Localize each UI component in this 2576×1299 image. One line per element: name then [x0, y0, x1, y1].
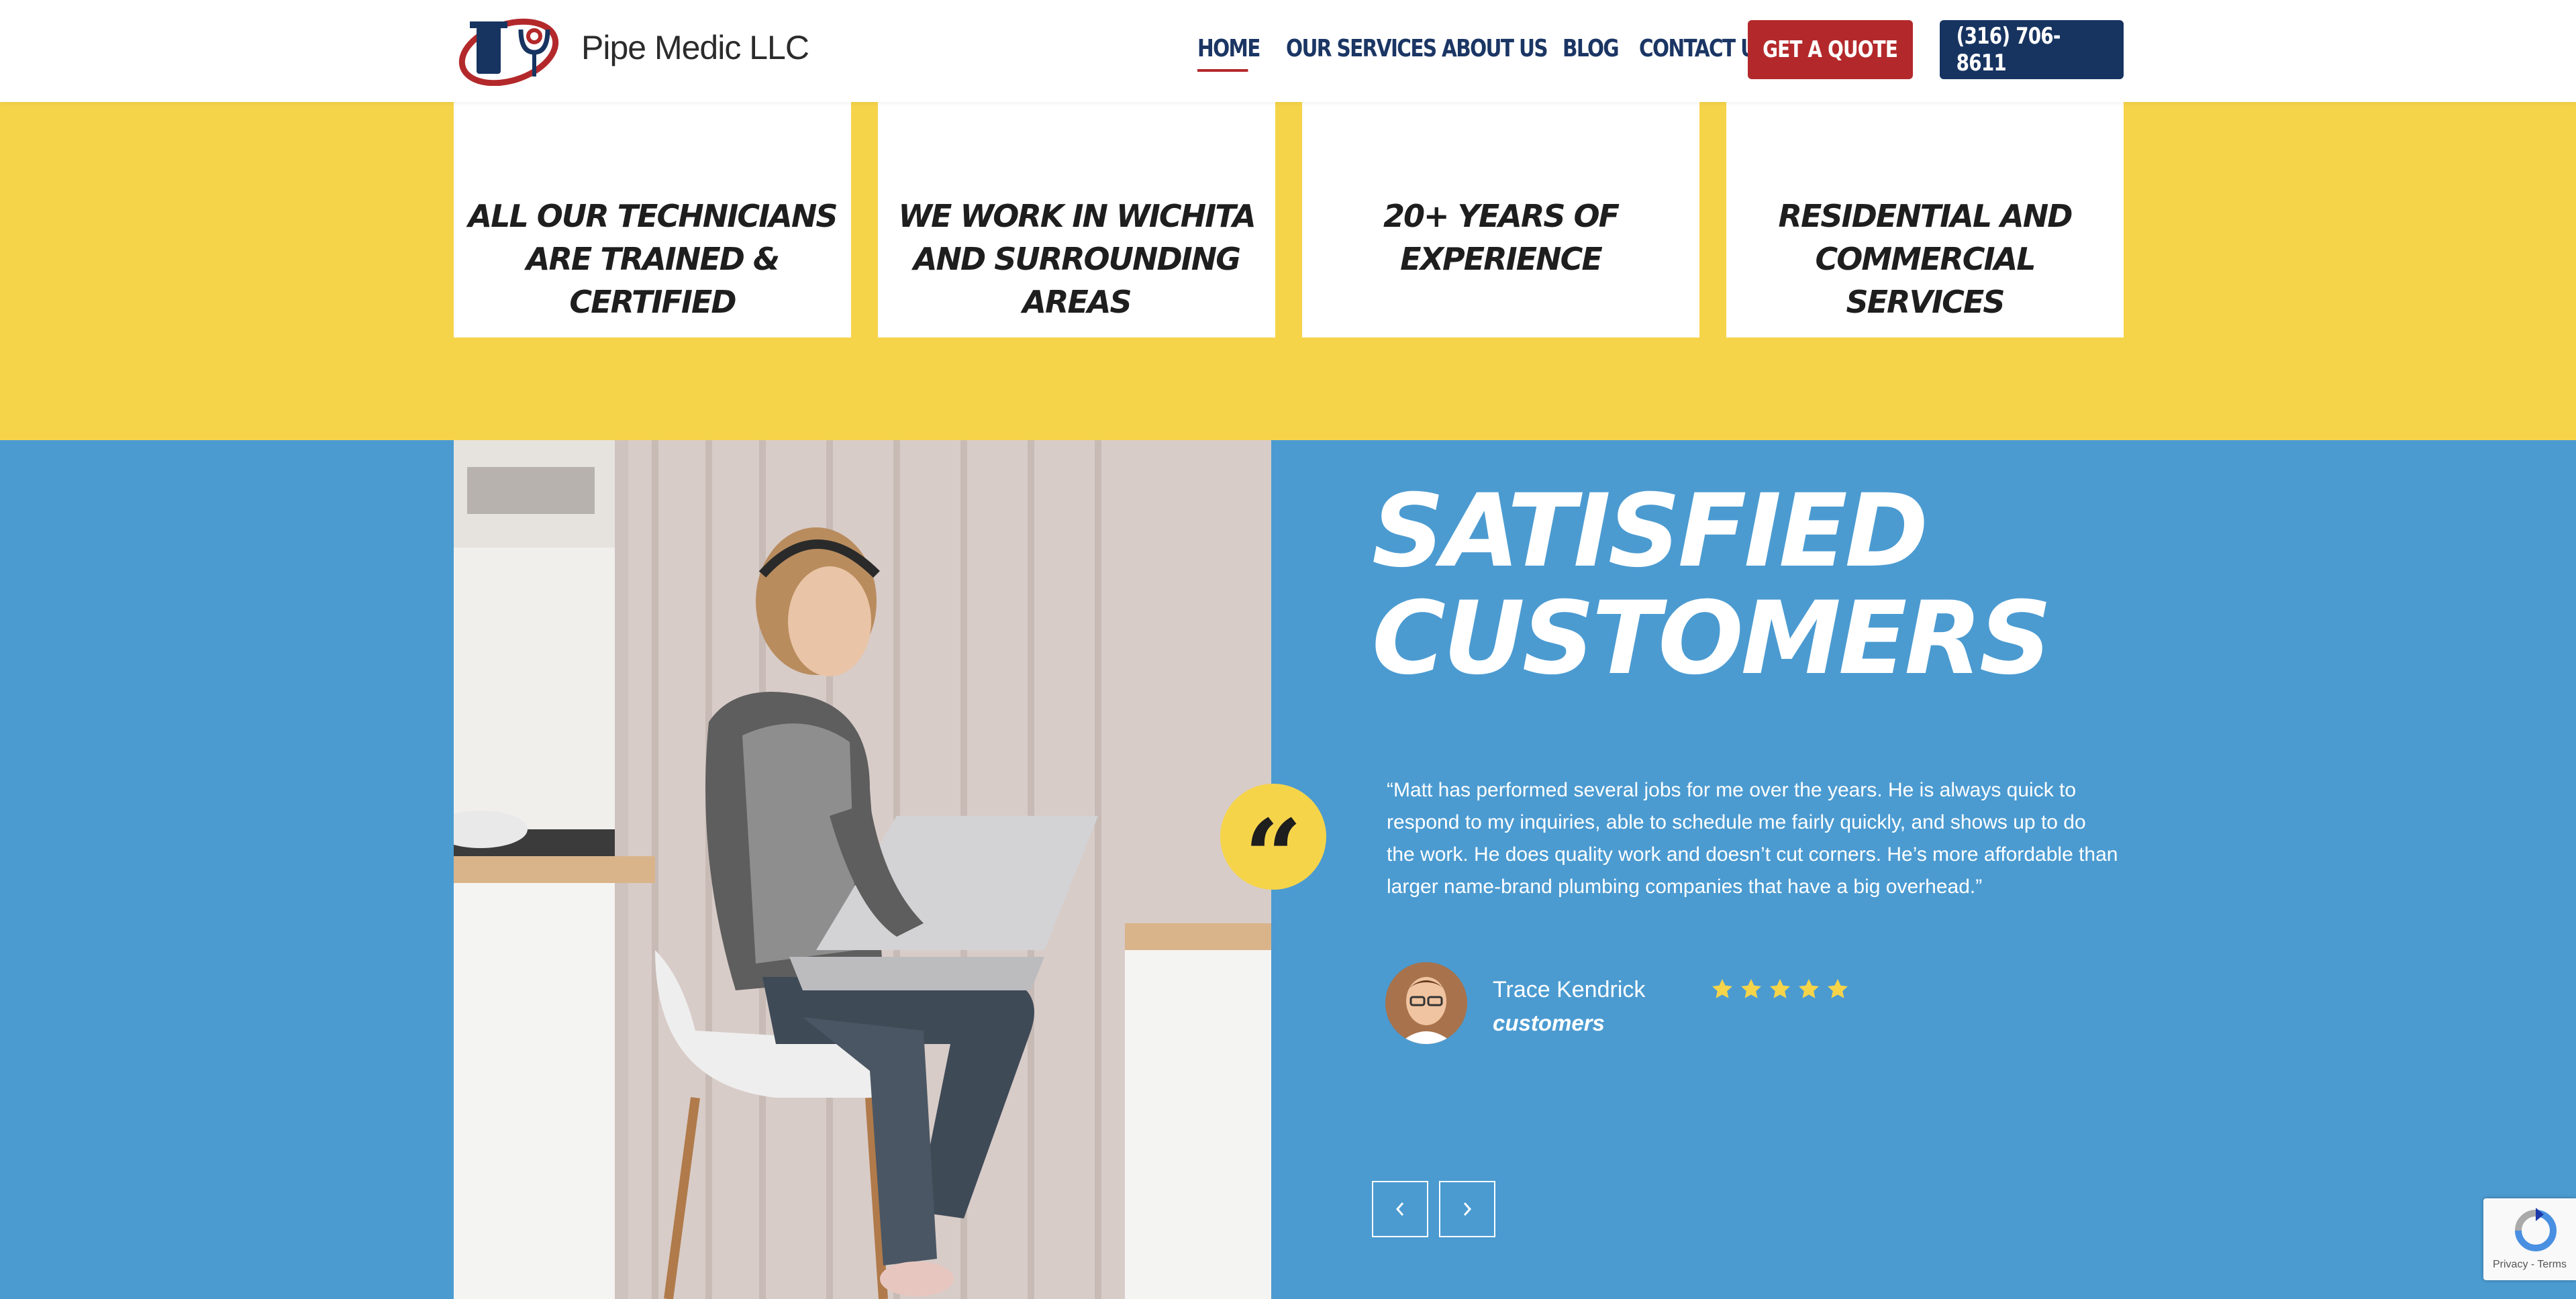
nav-about-us[interactable]: ABOUT US	[1442, 35, 1548, 62]
recaptcha-links[interactable]: Privacy - Terms	[2493, 1259, 2567, 1271]
star-icon	[1828, 979, 1848, 998]
feature-title: ALL OUR TECHNICIANS ARE TRAINED & CERTIF…	[468, 198, 838, 320]
recaptcha-badge[interactable]: Privacy - Terms	[2483, 1198, 2576, 1280]
get-a-quote-button[interactable]: GET A QUOTE	[1748, 20, 1913, 79]
nav-our-services[interactable]: OUR SERVICES	[1286, 35, 1437, 62]
feature-title: WE WORK IN WICHITA AND SURROUNDING AREAS	[898, 198, 1256, 320]
feature-title: RESIDENTIAL AND COMMERCIAL SERVICES	[1778, 198, 2073, 320]
site-header: Pipe Medic LLC HOME OUR SERVICES ABOUT U…	[0, 0, 2576, 102]
avatar	[1385, 962, 1467, 1044]
testimonials-section: SATISFIED CUSTOMERS “ “Matt has performe…	[0, 440, 2576, 1299]
phone-label: (316) 706-8611	[1956, 23, 2061, 76]
section-title-line-2: CUSTOMERS	[1372, 580, 2052, 697]
section-title: SATISFIED CUSTOMERS	[1372, 478, 2244, 692]
section-title-line-1: SATISFIED	[1372, 473, 1928, 590]
recaptcha-icon	[2515, 1208, 2557, 1251]
star-icon	[1799, 979, 1819, 998]
star-icon	[1770, 979, 1790, 998]
woman-with-laptop-image	[454, 440, 1271, 1299]
logo-icon[interactable]	[456, 12, 561, 86]
get-a-quote-label: GET A QUOTE	[1763, 36, 1898, 63]
phone-button[interactable]: (316) 706-8611	[1940, 20, 2124, 79]
testimonial-quote: “Matt has performed several jobs for me …	[1387, 779, 2118, 898]
customer-photo	[454, 440, 1271, 1299]
main-nav: HOME OUR SERVICES ABOUT US BLOG CONTACT …	[1197, 35, 1780, 72]
quote-mark-icon: “	[1220, 784, 1326, 907]
nav-contact-us[interactable]: CONTACT US	[1639, 35, 1770, 62]
logo-text[interactable]: Pipe Medic LLC	[581, 28, 809, 67]
next-slide-button[interactable]	[1439, 1181, 1495, 1237]
feature-title: 20+ YEARS OF EXPERIENCE	[1383, 198, 1620, 277]
quote-mark: “	[1244, 798, 1303, 916]
reviewer-avatar-image	[1385, 962, 1467, 1044]
chevron-left-icon	[1395, 1202, 1404, 1216]
previous-slide-button[interactable]	[1372, 1181, 1428, 1237]
star-rating	[1710, 977, 1854, 1001]
star-icon	[1741, 979, 1761, 998]
star-icon	[1712, 979, 1732, 998]
reviewer-name: Trace Kendrick	[1493, 977, 1646, 1002]
chevron-right-icon	[1463, 1202, 1472, 1216]
nav-blog[interactable]: BLOG	[1563, 35, 1620, 62]
reviewer-role: customers	[1493, 1010, 1605, 1035]
nav-home[interactable]: HOME	[1197, 35, 1260, 72]
